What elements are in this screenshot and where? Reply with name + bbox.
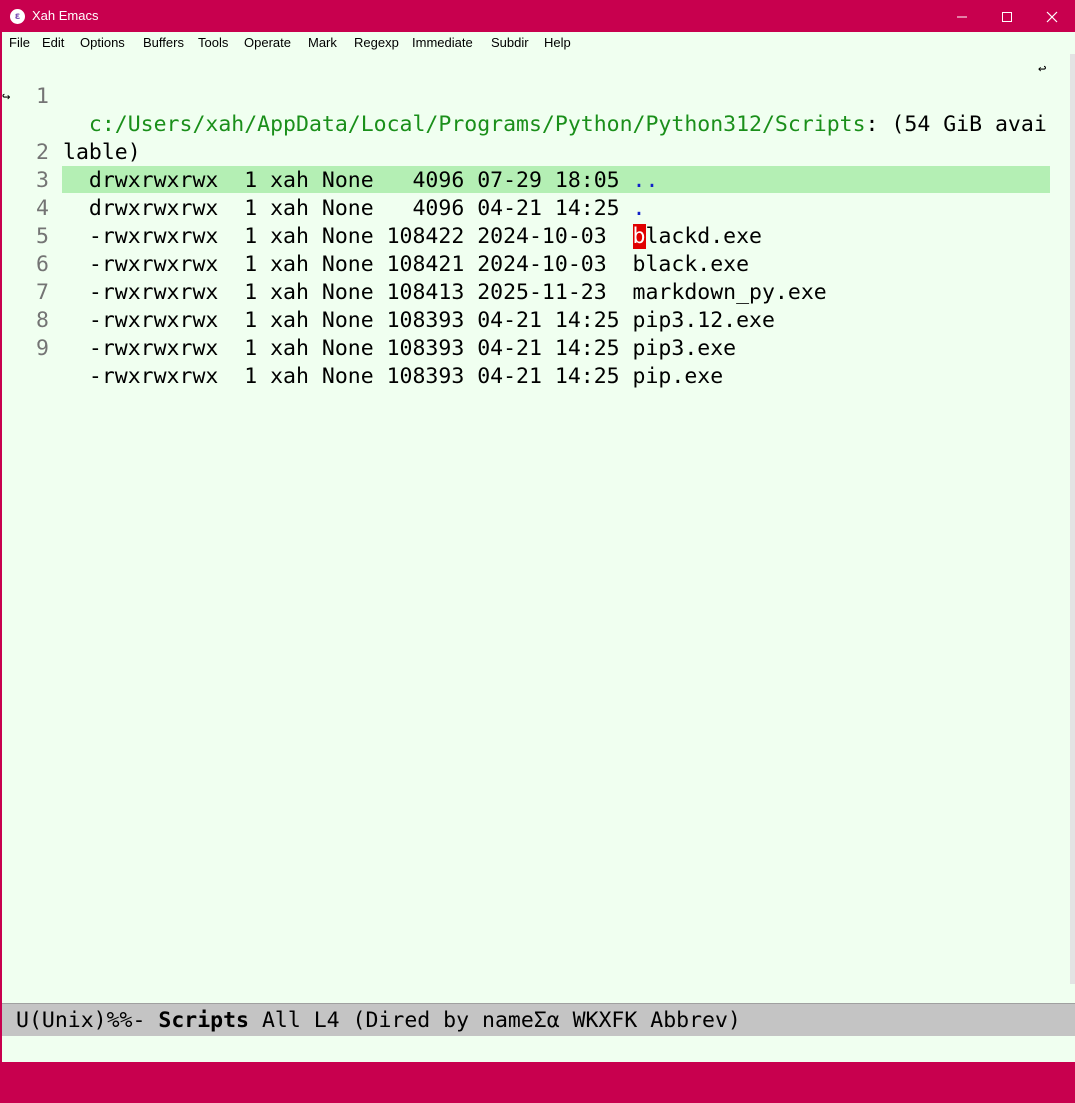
menu-immediate[interactable]: Immediate (412, 35, 473, 50)
file-row[interactable]: 8 -rwxrwxrwx 1 xah None 108393 04-21 14:… (2, 279, 1050, 361)
line-number: 9 (36, 336, 49, 361)
menu-bar: File Edit Options Buffers Tools Operate … (2, 32, 1075, 54)
file-row[interactable]: 3 drwxrwxrwx 1 xah None 4096 04-21 14:25… (2, 139, 1050, 221)
close-button[interactable] (1029, 1, 1075, 32)
dired-buffer[interactable]: 1 c:/Users/xah/AppData/Local/Programs/Py… (2, 54, 1050, 1003)
dired-header-line[interactable]: 1 c:/Users/xah/AppData/Local/Programs/Py… (2, 55, 1050, 137)
menu-options[interactable]: Options (80, 35, 125, 50)
menu-tools[interactable]: Tools (198, 35, 228, 50)
minibuffer[interactable] (2, 1036, 1075, 1062)
wrap-indicator-icon: ↩ (1038, 61, 1047, 77)
file-row[interactable]: 7 -rwxrwxrwx 1 xah None 108393 04-21 14:… (2, 251, 1050, 333)
wrap-continuation-icon: ↪ (2, 89, 11, 105)
title-bar[interactable]: ε Xah Emacs (1, 1, 1075, 32)
minimize-button[interactable] (939, 1, 985, 32)
file-row[interactable]: 5 -rwxrwxrwx 1 xah None 108421 2024-10-0… (2, 195, 1050, 277)
menu-edit[interactable]: Edit (42, 35, 64, 50)
window-title: Xah Emacs (32, 8, 99, 23)
emacs-icon: ε (10, 9, 25, 24)
close-icon (1046, 11, 1058, 22)
maximize-icon (1002, 11, 1012, 22)
dired-header-continuation: ↪ lable) (2, 83, 1050, 165)
vertical-scrollbar[interactable] (1050, 54, 1075, 1003)
file-name[interactable]: pip.exe (633, 364, 724, 389)
minimize-icon (957, 16, 967, 17)
menu-subdir[interactable]: Subdir (491, 35, 529, 50)
menu-file[interactable]: File (9, 35, 30, 50)
menu-help[interactable]: Help (544, 35, 571, 50)
file-row[interactable]: 6 -rwxrwxrwx 1 xah None 108413 2025-11-2… (2, 223, 1050, 305)
menu-buffers[interactable]: Buffers (143, 35, 184, 50)
file-meta: -rwxrwxrwx 1 xah None 108393 04-21 14:25 (63, 336, 633, 361)
menu-operate[interactable]: Operate (244, 35, 291, 50)
file-meta: -rwxrwxrwx 1 xah None 108393 04-21 14:25 (63, 364, 633, 389)
scrollbar-track[interactable] (1070, 54, 1075, 984)
maximize-button[interactable] (984, 1, 1030, 32)
modeline-buffer-name[interactable]: Scripts (158, 1008, 249, 1033)
emacs-window: ε Xah Emacs File Edit Options Buffers To… (0, 0, 1075, 1062)
menu-regexp[interactable]: Regexp (354, 35, 399, 50)
modeline-modes: All L4 (Dired by nameΣα WKXFK Abbrev) (249, 1008, 741, 1033)
file-name[interactable]: pip3.exe (633, 336, 737, 361)
file-row[interactable]: 9 -rwxrwxrwx 1 xah None 108393 04-21 14:… (2, 307, 1050, 389)
file-row[interactable]: 2 drwxrwxrwx 1 xah None 4096 07-29 18:05… (2, 111, 1050, 193)
file-row-current[interactable]: 4 -rwxrwxrwx 1 xah None 108422 2024-10-0… (2, 167, 1050, 249)
menu-mark[interactable]: Mark (308, 35, 337, 50)
modeline-status: U(Unix)%%- (16, 1008, 159, 1033)
mode-line[interactable]: U(Unix)%%- Scripts All L4 (Dired by name… (2, 1003, 1075, 1037)
